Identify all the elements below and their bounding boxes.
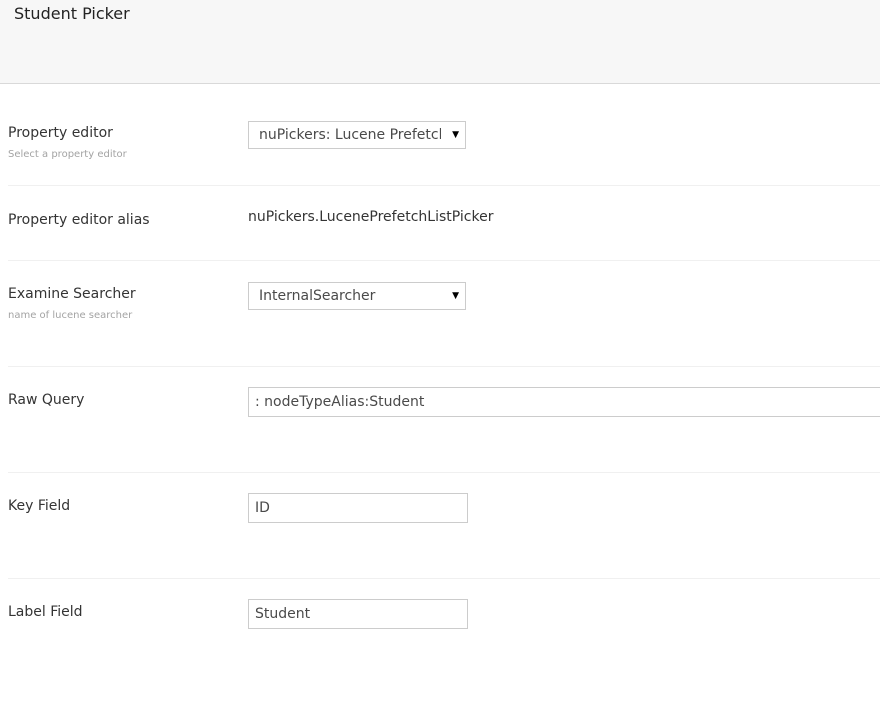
page-title[interactable]: Student Picker: [14, 4, 130, 24]
row-divider: [8, 366, 880, 367]
property-editor-description: Select a property editor: [8, 149, 127, 160]
examine-searcher-description: name of lucene searcher: [8, 310, 133, 321]
label-field-label: Label Field: [8, 604, 83, 620]
editor-header: Student Picker: [0, 0, 880, 84]
property-editor-alias-label: Property editor alias: [8, 212, 150, 228]
caret-down-icon: ▼: [452, 291, 459, 301]
property-editor-select[interactable]: nuPickers: Lucene PrefetchL ▼: [248, 121, 466, 149]
caret-down-icon: ▼: [452, 130, 459, 140]
property-editor-label: Property editor: [8, 125, 113, 141]
row-divider: [8, 185, 880, 186]
row-divider: [8, 472, 880, 473]
raw-query-label: Raw Query: [8, 392, 85, 408]
key-field-input[interactable]: ID: [248, 493, 468, 523]
examine-searcher-selected-value: InternalSearcher: [259, 288, 376, 304]
examine-searcher-select[interactable]: InternalSearcher ▼: [248, 282, 466, 310]
property-editor-selected-value: nuPickers: Lucene PrefetchL: [259, 127, 441, 143]
label-field-input[interactable]: Student: [248, 599, 468, 629]
examine-searcher-label: Examine Searcher: [8, 286, 136, 302]
row-divider: [8, 578, 880, 579]
row-divider: [8, 260, 880, 261]
raw-query-input[interactable]: : nodeTypeAlias:Student: [248, 387, 880, 417]
key-field-label: Key Field: [8, 498, 71, 514]
property-editor-alias-value: nuPickers.LucenePrefetchListPicker: [248, 209, 494, 225]
